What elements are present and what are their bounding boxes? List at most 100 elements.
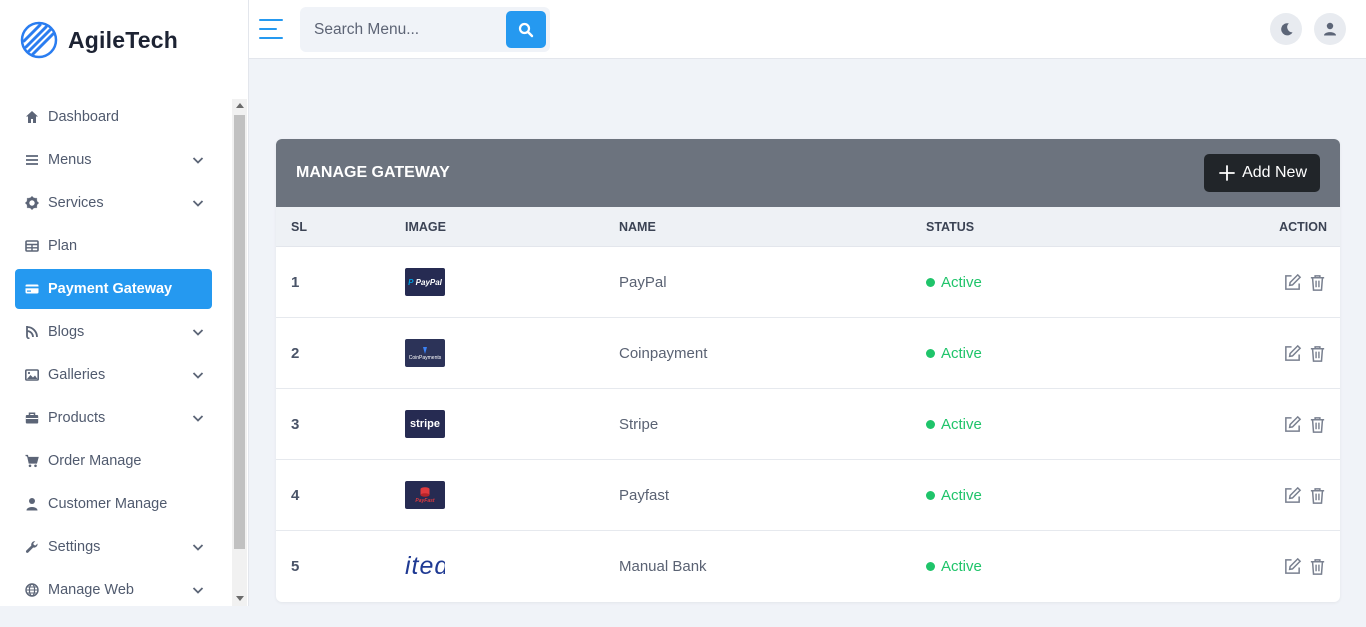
sidebar-item-menus[interactable]: Menus [15,140,212,180]
table-row: 5 ited Manual Bank Active [276,531,1340,602]
wrench-icon [25,541,38,553]
table-body: 1 P PayPal PayPal Active 2 CoinPayments Coinpa… [276,247,1340,602]
sidebar-item-order-manage[interactable]: Order Manage [15,441,212,481]
col-status: STATUS [926,219,975,234]
chevron-down-icon[interactable] [192,197,204,209]
sidebar-item-label: Manage Web [48,582,134,598]
sidebar-item-label: Order Manage [48,453,142,469]
chevron-down-icon[interactable] [192,541,204,553]
brand[interactable]: AgileTech [20,20,178,60]
status-dot-icon [926,562,935,571]
sidebar-item-manage-web[interactable]: Manage Web [15,570,212,610]
gateway-name: Manual Bank [619,558,707,575]
gateway-name: Payfast [619,486,670,504]
dark-mode-toggle[interactable] [1270,13,1302,45]
delete-icon[interactable] [1308,415,1327,434]
sidebar-item-label: Dashboard [48,109,119,125]
scroll-down-arrow-icon[interactable] [236,596,244,601]
sidebar-item-label: Menus [48,152,92,168]
delete-icon[interactable] [1308,344,1327,363]
status-badge: Active [926,345,1176,362]
status-dot-icon [926,277,935,287]
status-badge: Active [926,416,1176,433]
brand-logo-icon [20,21,58,59]
table-row: 3 stripe Stripe Active [276,389,1340,460]
manage-gateway-card: MANAGE GATEWAY Add New SL IMAGE NAME STA… [276,139,1340,602]
sidebar-item-label: Customer Manage [48,496,168,512]
status-text: Active [941,344,982,362]
status-text: Active [941,558,982,575]
sidebar-item-blogs[interactable]: Blogs [15,312,212,352]
sidebar-item-customer-manage[interactable]: Customer Manage [15,484,212,524]
sidebar-item-payment-gateway[interactable]: Payment Gateway [15,269,212,309]
hamburger-menu-icon[interactable] [259,18,283,40]
user-icon [1324,22,1336,36]
col-sl: SL [291,219,307,234]
status-text: Active [941,273,982,291]
sidebar-item-products[interactable]: Products [15,398,212,438]
logo-text: CoinPayments [408,354,442,361]
table-header: SL IMAGE NAME STATUS ACTION [276,207,1340,247]
sidebar-item-galleries[interactable]: Galleries [15,355,212,395]
delete-icon[interactable] [1308,486,1327,505]
col-action: ACTION [1279,219,1327,234]
sidebar-item-label: Settings [48,539,101,555]
globe-icon [25,583,39,597]
sidebar-menu: Dashboard Menus Services Plan Payment Gatewa… [15,97,212,613]
status-dot-icon [926,419,935,429]
gateway-logo: PayFast [405,481,619,509]
image-icon [25,369,39,381]
row-sl: 2 [291,344,300,362]
chevron-down-icon[interactable] [192,326,204,338]
scroll-up-arrow-icon[interactable] [236,103,244,108]
gateway-logo: CoinPayments [405,339,619,367]
status-dot-icon [926,348,935,358]
gateway-logo: ited [405,552,619,581]
table-row: 1 P PayPal PayPal Active [276,247,1340,318]
chevron-down-icon[interactable] [192,154,204,166]
status-dot-icon [926,490,935,500]
topbar [249,0,1366,59]
search-button[interactable] [506,11,546,48]
card-title: MANAGE GATEWAY [296,164,450,181]
sidebar-item-dashboard[interactable]: Dashboard [15,97,212,137]
sidebar-item-label: Galleries [48,367,106,383]
gateway-name: Coinpayment [619,344,708,362]
user-icon [26,498,38,511]
table-row: 2 CoinPayments Coinpayment Active [276,318,1340,389]
status-text: Active [941,486,982,504]
row-sl: 1 [291,273,300,291]
sidebar-item-settings[interactable]: Settings [15,527,212,567]
edit-icon[interactable] [1283,557,1302,576]
status-text: Active [941,415,982,433]
search-input[interactable] [300,20,500,39]
edit-icon[interactable] [1283,486,1302,505]
status-badge: Active [926,274,1176,291]
gateway-name: Stripe [619,415,659,433]
row-actions [1176,415,1340,434]
edit-icon[interactable] [1283,415,1302,434]
chevron-down-icon[interactable] [192,412,204,424]
chevron-down-icon[interactable] [192,584,204,596]
sidebar-item-plan[interactable]: Plan [15,226,212,266]
table-icon [25,240,39,252]
gateway-name: PayPal [619,273,667,291]
edit-icon[interactable] [1283,344,1302,363]
sidebar-item-label: Products [48,410,106,426]
gear-icon [25,196,39,210]
logo-text: ited [405,552,445,581]
sidebar: AgileTech Dashboard Menus Services Plan Paym… [0,0,249,606]
sidebar-item-label: Payment Gateway [48,281,173,297]
edit-icon[interactable] [1283,273,1302,292]
add-new-button[interactable]: Add New [1204,154,1320,192]
status-badge: Active [926,487,1176,504]
sidebar-scrollbar[interactable] [232,99,247,606]
sidebar-item-services[interactable]: Services [15,183,212,223]
chevron-down-icon[interactable] [192,369,204,381]
delete-icon[interactable] [1308,273,1327,292]
status-badge: Active [926,558,1176,575]
scroll-thumb[interactable] [234,115,245,549]
user-profile-button[interactable] [1314,13,1346,45]
search-icon [518,22,534,37]
delete-icon[interactable] [1308,557,1327,576]
